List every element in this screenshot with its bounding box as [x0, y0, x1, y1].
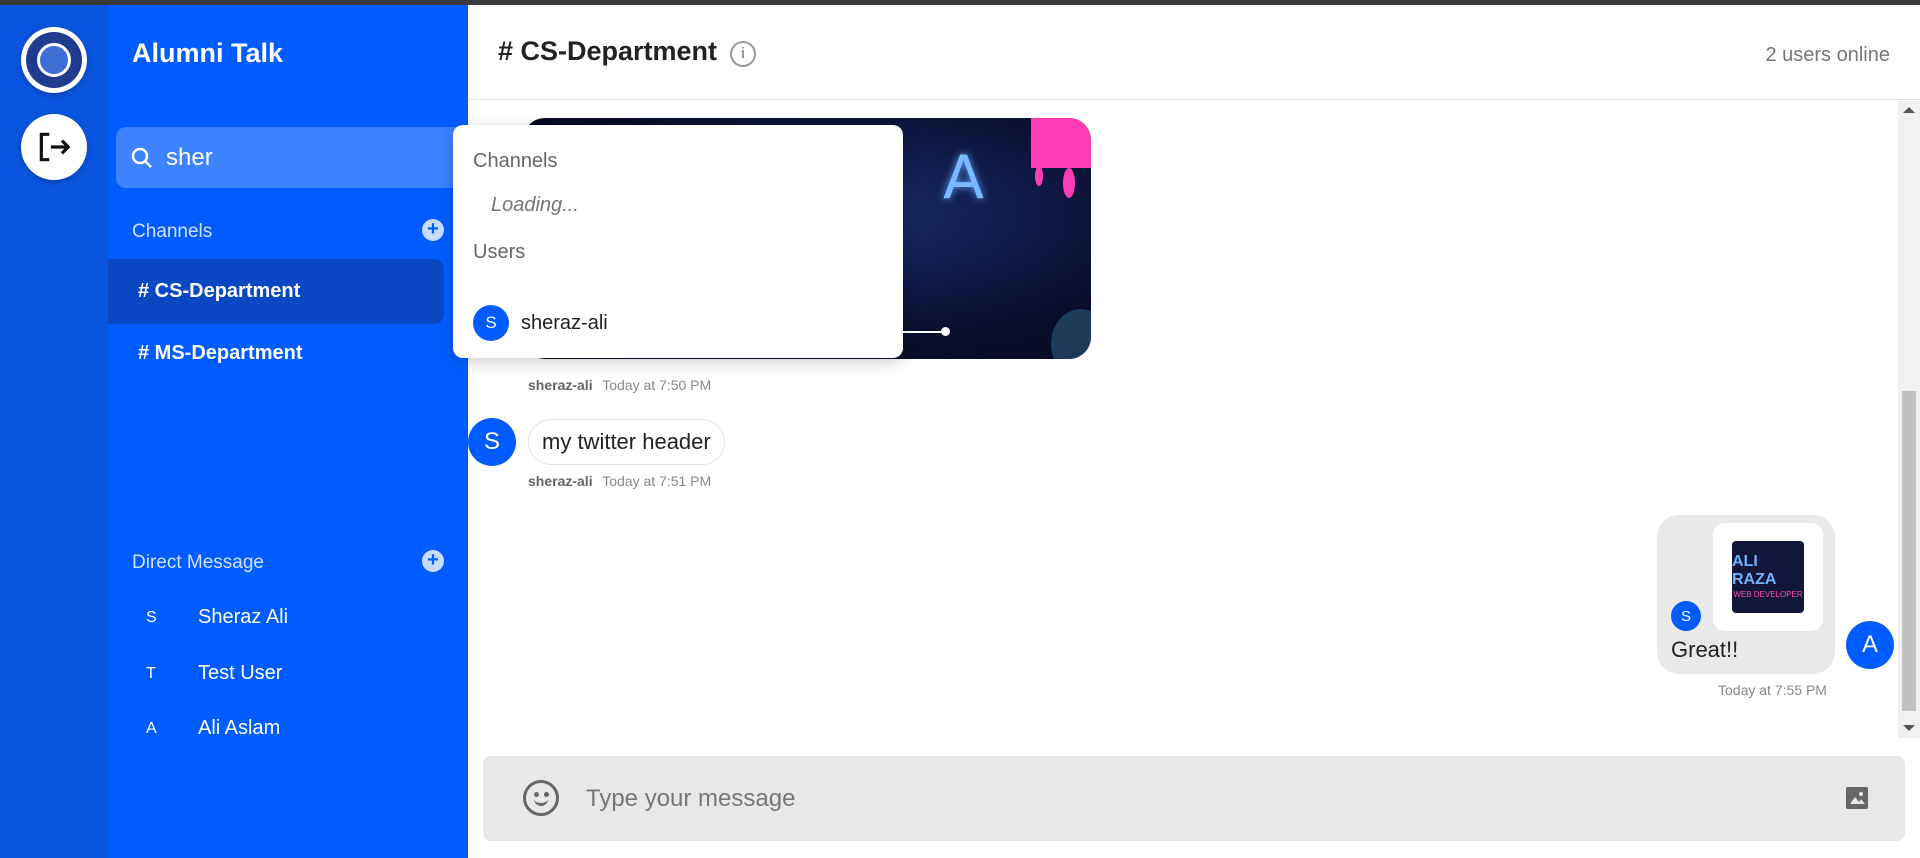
dm-name: Test User: [198, 662, 283, 684]
message-meta: sheraz-ali Today at 7:51 PM: [528, 473, 711, 489]
channel-item-cs-department[interactable]: # CS-Department: [108, 259, 444, 324]
search-icon: [131, 147, 152, 168]
message-author: sheraz-ali: [528, 377, 593, 393]
emoji-icon[interactable]: [523, 780, 559, 816]
channel-header: # CS-Department i 2 users online: [468, 5, 1920, 100]
image-icon[interactable]: [1846, 787, 1868, 809]
image-decoration-dot: [941, 327, 950, 336]
image-neon-text: A: [943, 143, 985, 213]
pink-drip-decoration: [1035, 166, 1043, 186]
message-author: sheraz-ali: [528, 473, 593, 489]
avatar[interactable]: S: [468, 418, 516, 466]
dropdown-users-heading: Users: [473, 241, 526, 263]
message-input[interactable]: [586, 782, 1736, 816]
pink-drip-decoration: [1063, 168, 1075, 198]
message-text: Great!!: [1671, 637, 1739, 662]
dm-item-test-user[interactable]: T Test User: [146, 662, 282, 685]
university-logo-button[interactable]: [21, 27, 87, 93]
dm-initial: S: [146, 608, 157, 626]
avatar: S: [473, 305, 509, 341]
thumbnail-subtitle: WEB DEVELOPER: [1733, 590, 1803, 599]
app-title: Alumni Talk: [132, 38, 284, 68]
university-logo-icon: [26, 32, 82, 88]
message-meta: sheraz-ali Today at 7:50 PM: [528, 377, 711, 393]
dm-name: Sheraz Ali: [198, 606, 289, 628]
own-message-bubble: ALI RAZA WEB DEVELOPER S Great!!: [1657, 515, 1835, 674]
scroll-up-arrow[interactable]: [1903, 107, 1915, 113]
message-composer: [483, 756, 1905, 841]
channel-title: # CS-Department: [498, 36, 718, 66]
dm-initial: T: [146, 664, 156, 682]
dm-name: Ali Aslam: [198, 717, 281, 739]
channel-label: # MS-Department: [138, 342, 303, 364]
dm-item-sheraz-ali[interactable]: S Sheraz Ali: [146, 606, 288, 629]
loading-text: Loading...: [491, 194, 579, 216]
attachment-thumbnail: ALI RAZA WEB DEVELOPER: [1732, 541, 1804, 613]
dm-initial: A: [146, 719, 157, 737]
add-channel-button[interactable]: +: [422, 219, 444, 241]
dropdown-channels-heading: Channels: [473, 150, 558, 172]
message-time: Today at 7:55 PM: [1718, 682, 1827, 698]
add-direct-message-button[interactable]: +: [422, 550, 444, 572]
app-rail: [0, 5, 108, 858]
user-result-name: sheraz-ali: [521, 311, 608, 334]
search-results-dropdown: Channels Loading... Users S sheraz-ali: [453, 125, 903, 358]
sidebar: Alumni Talk Channels + # CS-Department #…: [108, 5, 468, 858]
search-box[interactable]: [116, 127, 468, 188]
message-bubble: my twitter header: [528, 419, 725, 465]
search-input[interactable]: [166, 143, 426, 172]
direct-message-section-title: Direct Message: [132, 552, 264, 573]
message-scrollbar[interactable]: [1898, 101, 1920, 738]
pink-drip-decoration: [1031, 118, 1091, 168]
channel-item-ms-department[interactable]: # MS-Department: [108, 321, 444, 386]
dm-item-ali-aslam[interactable]: A Ali Aslam: [146, 717, 280, 740]
info-icon[interactable]: i: [730, 41, 756, 67]
online-count: 2 users online: [1765, 44, 1890, 66]
avatar: S: [1671, 601, 1701, 631]
thumbnail-title: ALI RAZA: [1732, 553, 1777, 588]
logout-button[interactable]: [21, 114, 87, 180]
image-attachment[interactable]: ALI RAZA WEB DEVELOPER: [1713, 523, 1823, 631]
logout-icon: [39, 132, 71, 162]
channels-section-title: Channels: [132, 221, 213, 242]
message-time: Today at 7:51 PM: [602, 473, 712, 489]
user-result-sheraz-ali[interactable]: S sheraz-ali: [473, 305, 608, 341]
channel-label: # CS-Department: [138, 280, 301, 302]
message-time: Today at 7:50 PM: [602, 377, 712, 393]
planet-decoration: [1051, 309, 1091, 359]
scroll-down-arrow[interactable]: [1903, 725, 1915, 731]
avatar[interactable]: A: [1846, 621, 1894, 669]
scroll-thumb[interactable]: [1902, 391, 1916, 711]
